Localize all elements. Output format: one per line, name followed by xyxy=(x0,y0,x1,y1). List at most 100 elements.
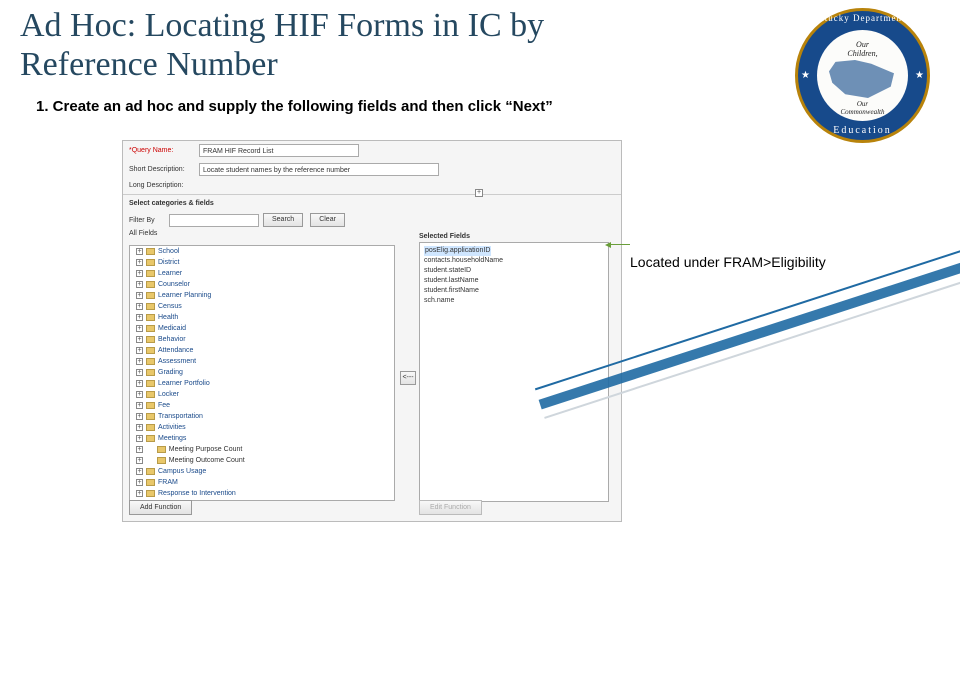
tree-item[interactable]: +FRAM xyxy=(130,477,394,488)
folder-icon xyxy=(146,248,155,255)
selected-fields-label: Selected Fields xyxy=(419,233,609,240)
expand-icon[interactable]: + xyxy=(136,336,143,343)
expand-icon[interactable]: + xyxy=(136,446,143,453)
logo-children: Children, xyxy=(795,49,930,58)
folder-icon xyxy=(146,292,155,299)
tree-item[interactable]: +Behavior xyxy=(130,334,394,345)
tree-item[interactable]: +Fee xyxy=(130,400,394,411)
selected-field[interactable]: contacts.householdName xyxy=(424,256,604,266)
tree-item[interactable]: + Meeting Purpose Count xyxy=(130,444,394,455)
field-tree[interactable]: +School+District+Learner+Counselor+Learn… xyxy=(129,245,395,501)
folder-icon xyxy=(146,358,155,365)
expand-icon[interactable]: + xyxy=(136,468,143,475)
long-desc-label: Long Description: xyxy=(129,182,199,189)
expand-icon[interactable]: + xyxy=(136,248,143,255)
short-desc-label: Short Description: xyxy=(129,166,199,173)
expand-icon[interactable]: + xyxy=(136,457,143,464)
folder-icon xyxy=(146,435,155,442)
expand-icon[interactable]: + xyxy=(136,303,143,310)
callout-arrow-icon xyxy=(608,244,630,245)
clear-button[interactable]: Clear xyxy=(310,213,345,227)
expand-icon[interactable]: + xyxy=(136,347,143,354)
filter-by-label: Filter By xyxy=(129,217,165,224)
logo-arc-top: Kentucky Department of xyxy=(795,13,930,23)
tree-item[interactable]: +Response to Intervention xyxy=(130,488,394,499)
tree-item[interactable]: +Transportation xyxy=(130,411,394,422)
folder-icon xyxy=(146,259,155,266)
section-header: Select categories & fields xyxy=(123,197,621,210)
slide-title: Ad Hoc: Locating HIF Forms in IC by Refe… xyxy=(0,0,610,84)
expand-icon[interactable]: + xyxy=(136,380,143,387)
adhoc-screenshot: *Query Name: FRAM HIF Record List Short … xyxy=(122,140,622,522)
folder-icon xyxy=(146,391,155,398)
selected-field[interactable]: sch.name xyxy=(424,296,604,306)
expand-icon[interactable]: + xyxy=(136,281,143,288)
star-icon: ★ xyxy=(801,70,810,81)
folder-icon xyxy=(146,413,155,420)
expand-icon[interactable]: + xyxy=(136,314,143,321)
query-name-input[interactable]: FRAM HIF Record List xyxy=(199,144,359,157)
folder-icon xyxy=(146,347,155,354)
selected-field[interactable]: student.lastName xyxy=(424,276,604,286)
expand-icon[interactable]: + xyxy=(475,189,483,197)
expand-icon[interactable]: + xyxy=(136,369,143,376)
callout-text: Located under FRAM>Eligibility xyxy=(630,254,826,270)
expand-icon[interactable]: + xyxy=(136,435,143,442)
tree-item[interactable]: +Campus Usage xyxy=(130,466,394,477)
tree-item[interactable]: +Grading xyxy=(130,367,394,378)
folder-icon xyxy=(146,336,155,343)
folder-icon xyxy=(146,314,155,321)
kde-logo: Kentucky Department of Education Our Chi… xyxy=(795,8,930,143)
filter-input[interactable] xyxy=(169,214,259,227)
query-name-label: *Query Name: xyxy=(129,147,199,154)
edit-function-button: Edit Function xyxy=(419,500,482,515)
expand-icon[interactable]: + xyxy=(136,402,143,409)
tree-item[interactable]: +Census xyxy=(130,301,394,312)
expand-icon[interactable]: + xyxy=(136,479,143,486)
folder-icon xyxy=(146,303,155,310)
selected-field[interactable]: student.firstName xyxy=(424,286,604,296)
folder-icon xyxy=(146,468,155,475)
folder-icon xyxy=(146,369,155,376)
tree-item[interactable]: +Counselor xyxy=(130,279,394,290)
remove-field-button[interactable]: <--- xyxy=(400,371,416,385)
selected-field[interactable]: student.stateID xyxy=(424,266,604,276)
expand-icon[interactable]: + xyxy=(136,413,143,420)
short-desc-input[interactable]: Locate student names by the reference nu… xyxy=(199,163,439,176)
tree-item[interactable]: +Learner Portfolio xyxy=(130,378,394,389)
tree-item[interactable]: +Locker xyxy=(130,389,394,400)
tree-item[interactable]: +Learner xyxy=(130,268,394,279)
tree-item[interactable]: + Meeting Outcome Count xyxy=(130,455,394,466)
expand-icon[interactable]: + xyxy=(136,259,143,266)
tree-item[interactable]: +Health xyxy=(130,312,394,323)
tree-item[interactable]: +Attendance xyxy=(130,345,394,356)
folder-icon xyxy=(146,281,155,288)
folder-icon xyxy=(157,446,166,453)
tree-item[interactable]: +Assessment xyxy=(130,356,394,367)
logo-our: Our xyxy=(795,40,930,49)
expand-icon[interactable]: + xyxy=(136,292,143,299)
tree-item[interactable]: +Meetings xyxy=(130,433,394,444)
logo-arc-bottom: Education xyxy=(795,125,930,136)
expand-icon[interactable]: + xyxy=(136,391,143,398)
tree-item[interactable]: +District xyxy=(130,257,394,268)
expand-icon[interactable]: + xyxy=(136,270,143,277)
selected-field[interactable]: posElig.applicationID xyxy=(424,246,604,256)
folder-icon xyxy=(146,270,155,277)
folder-icon xyxy=(146,490,155,497)
folder-icon xyxy=(146,479,155,486)
logo-our2: Our xyxy=(795,100,930,108)
folder-icon xyxy=(146,325,155,332)
expand-icon[interactable]: + xyxy=(136,490,143,497)
folder-icon xyxy=(157,457,166,464)
expand-icon[interactable]: + xyxy=(136,358,143,365)
tree-item[interactable]: +Learner Planning xyxy=(130,290,394,301)
add-function-button[interactable]: Add Function xyxy=(129,500,192,515)
expand-icon[interactable]: + xyxy=(136,424,143,431)
logo-commonwealth: Commonwealth xyxy=(795,108,930,116)
tree-item[interactable]: +School xyxy=(130,246,394,257)
expand-icon[interactable]: + xyxy=(136,325,143,332)
tree-item[interactable]: +Medicaid xyxy=(130,323,394,334)
search-button[interactable]: Search xyxy=(263,213,303,227)
tree-item[interactable]: +Activities xyxy=(130,422,394,433)
